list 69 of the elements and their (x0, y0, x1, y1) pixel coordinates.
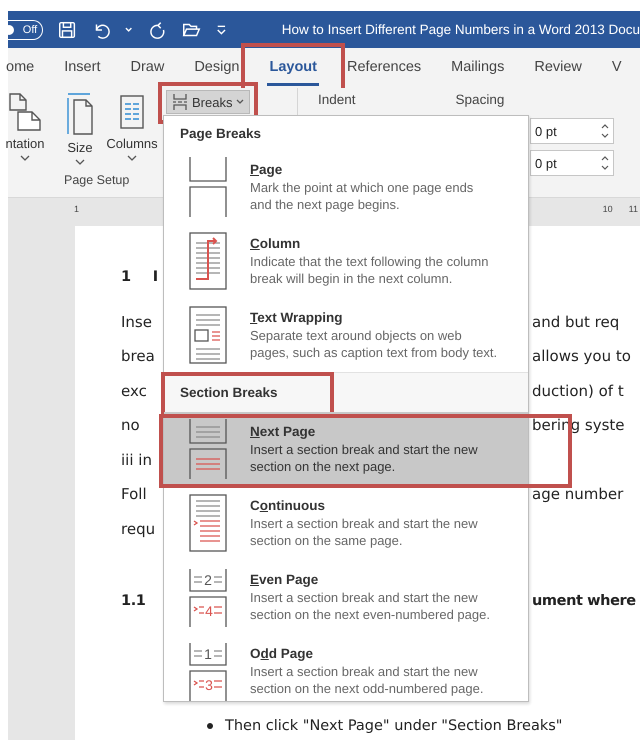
window-title: How to Insert Different Page Numbers in a Word 2013 Docu (282, 22, 640, 37)
ruler-label: 10 (602, 204, 613, 214)
menu-item-title: Text Wrapping (250, 310, 344, 324)
body-text: age number (532, 485, 624, 504)
group-label: Page Setup (64, 173, 130, 187)
caret-icon[interactable] (20, 155, 30, 161)
ribbon-tab[interactable]: ome (4, 50, 36, 86)
menu-item-description: Indicate that the text following the column break will begin in the next column. (250, 252, 490, 286)
ribbon-tab[interactable]: References (345, 50, 424, 86)
body-text: Foll (121, 485, 147, 504)
ribbon-button[interactable]: ntation (5, 136, 45, 151)
body-text: duction) of t (532, 382, 624, 400)
body-text: iii in (121, 450, 152, 469)
menu-item-title: Even Page (250, 572, 320, 586)
ruler-label: 1 (74, 204, 80, 214)
caret-icon[interactable] (127, 155, 137, 161)
ribbon-button[interactable]: Size (67, 140, 93, 155)
heading-text: I (152, 269, 158, 286)
menu-item[interactable]: Page Mark the point at which one page ends and the next page begins. (164, 150, 528, 224)
breaks-icon (172, 93, 188, 111)
ribbon-tab[interactable]: Insert (62, 50, 102, 86)
menu-item[interactable]: Next Page Insert a section break and start the new section on the next page. (164, 412, 528, 486)
body-text: no (121, 416, 140, 434)
menu-item[interactable]: 2 4 Even Page Insert a section break and start the new section on the next even-numbered page. (164, 560, 528, 634)
caret-icon[interactable] (236, 99, 244, 105)
ribbon-tab[interactable]: Design (192, 50, 242, 86)
menu-item-description: Mark the point at which one page ends and the next page begins. (250, 178, 474, 212)
heading-number: 1 (121, 269, 131, 286)
menu-heading: Section Breaks (164, 372, 528, 412)
menu-item[interactable]: Text Wrapping Separate text around objects on web pages, such as caption text from body text. (164, 298, 528, 372)
spacing-field[interactable]: 0 pt (530, 150, 614, 176)
menu-heading: Page Breaks (164, 116, 528, 150)
menu-item-title: Continuous (250, 498, 326, 512)
menu-item-description: Insert a section break and start the new section on the next odd-numbered page. (250, 662, 484, 696)
menu-item-description: Insert a section break and start the new section on the next page. (250, 440, 479, 474)
heading-text: ument where (532, 593, 636, 610)
ribbon-tab[interactable]: V (610, 50, 624, 86)
menu-item-description: Insert a section break and start the new section on the same page. (250, 514, 479, 548)
ribbon-tab[interactable]: Review (532, 50, 584, 86)
body-text: and but req (532, 312, 620, 331)
body-text: Inse (121, 312, 152, 331)
spacing-label: Spacing (456, 92, 504, 107)
menu-item-title: Page (250, 162, 284, 176)
body-text: requ (121, 520, 156, 538)
spinner-icon[interactable] (601, 155, 609, 171)
body-text: allows you to (532, 347, 631, 366)
caret-icon[interactable] (75, 159, 85, 165)
indent-label: Indent (318, 92, 356, 107)
body-text: exc (121, 382, 147, 400)
ruler-label: 11 (628, 204, 638, 214)
menu-item-title: Next Page (250, 424, 316, 438)
spinner-icon[interactable] (601, 123, 609, 139)
breaks-button[interactable]: Breaks (166, 90, 250, 114)
menu-item[interactable]: 1 3 Odd Page Insert a section break and start the new section on the next odd-numbered page. (164, 634, 528, 708)
menu-item-description: Insert a section break and start the new section on the next even-numbered page. (250, 588, 491, 622)
menu-item-description: Separate text around objects on web pages, such as caption text from body text. (250, 326, 498, 360)
ribbon-tab[interactable]: Draw (128, 50, 166, 86)
menu-item[interactable]: Column Indicate that the text following the column break will begin in the next column. (164, 224, 528, 298)
page-size-icon (65, 92, 95, 136)
heading-number: 1.1 (121, 593, 146, 610)
menu-item-title: Odd Page (250, 646, 314, 660)
ribbon-button[interactable]: Columns (106, 136, 158, 151)
bullet-icon (207, 723, 213, 729)
menu-item[interactable]: Continuous Insert a section break and start the new section on the same page. (164, 486, 528, 560)
spacing-field[interactable]: 0 pt (530, 118, 614, 144)
body-text: brea (121, 347, 155, 366)
bullet-text: Then click "Next Page" under "Section Breaks" (225, 718, 562, 734)
ribbon-tab[interactable]: Mailings (449, 50, 506, 86)
menu-item-title: Column (250, 236, 302, 250)
